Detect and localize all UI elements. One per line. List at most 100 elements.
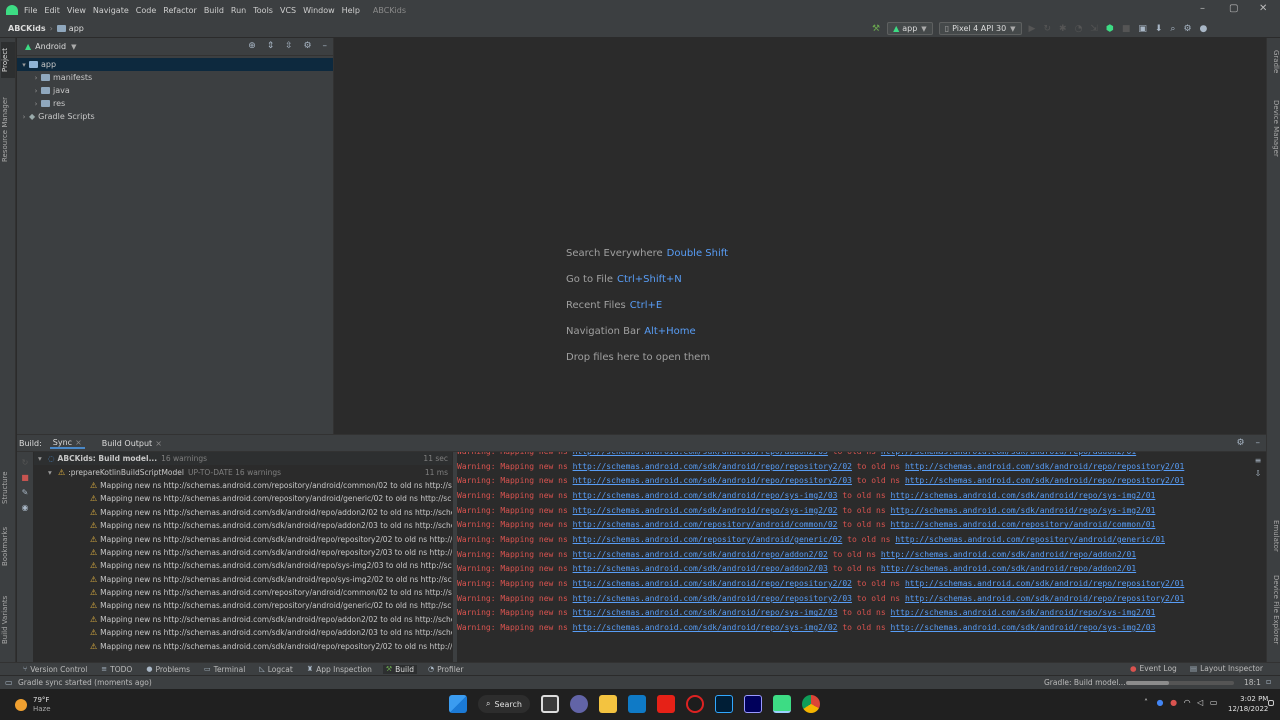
weather-haze-icon[interactable] [15,698,27,711]
android-studio-taskbar-icon[interactable] [772,695,791,713]
old-ns-link[interactable]: http://schemas.android.com/sdk/android/r… [890,491,1155,500]
menu-help[interactable]: Help [342,6,360,15]
tree-item-res[interactable]: › res [17,97,333,110]
chrome-icon[interactable] [801,695,820,713]
chrome-tray-icon[interactable]: ● [1157,698,1164,707]
menu-refactor[interactable]: Refactor [163,6,197,15]
chevron-right-icon[interactable]: › [19,113,29,121]
microsoft-store-icon[interactable] [627,695,646,713]
gear-icon[interactable]: ⚙ [1183,24,1191,34]
old-ns-link[interactable]: http://schemas.android.com/sdk/android/r… [881,452,1136,456]
apply-changes-icon[interactable]: ↻ [1043,24,1051,34]
build-warning-row[interactable]: ⚠ Mapping new ns http://schemas.android.c… [34,573,452,586]
build-warning-row[interactable]: ⚠ Mapping new ns http://schemas.android.c… [34,546,452,559]
old-ns-link[interactable]: http://schemas.android.com/sdk/android/r… [881,550,1136,559]
minimize-icon[interactable]: – [1200,3,1205,14]
new-ns-link[interactable]: http://schemas.android.com/sdk/android/r… [573,623,838,632]
structure-tool-tab[interactable]: Structure [1,468,15,508]
search-icon[interactable]: ⌕ [1170,24,1175,34]
attach-debugger-icon[interactable]: ⇲ [1090,24,1098,34]
hammer-icon[interactable]: ⚒ [872,24,880,34]
sync-gradle-icon[interactable]: ⬢ [1106,24,1114,34]
build-warning-row[interactable]: ⚠ Mapping new ns http://schemas.android.c… [34,492,452,505]
tree-item-gradle-scripts[interactable]: › ◆ Gradle Scripts [17,110,333,123]
stop-icon[interactable]: ■ [17,473,33,482]
old-ns-link[interactable]: http://schemas.android.com/sdk/android/r… [890,506,1155,515]
task-view-icon[interactable] [540,695,559,713]
volume-icon[interactable]: ◁ [1197,698,1203,707]
build-warning-row[interactable]: ⚠ Mapping new ns http://schemas.android.c… [34,519,452,532]
new-ns-link[interactable]: http://schemas.android.com/sdk/android/r… [573,462,852,471]
chevron-down-icon[interactable]: ▾ [38,454,48,463]
chevron-right-icon[interactable]: › [31,100,41,108]
hide-panel-icon[interactable]: – [323,41,328,51]
build-warning-row[interactable]: ⚠ Mapping new ns http://schemas.android.c… [34,639,452,652]
device-select[interactable]: ▯ Pixel 4 API 30 ▼ [938,22,1022,35]
wifi-icon[interactable]: ◠ [1184,698,1191,707]
menu-edit[interactable]: Edit [44,6,60,15]
chevron-down-icon[interactable]: ▾ [19,61,29,69]
tool-tab-layout-inspector[interactable]: ▤ Layout Inspector [1190,664,1263,673]
device-manager-tool-tab[interactable]: Device Manager [1267,94,1280,162]
stop-icon[interactable]: ■ [1122,24,1131,34]
premiere-icon[interactable] [743,695,762,713]
build-warning-row[interactable]: ⚠ Mapping new ns http://schemas.android.c… [34,599,452,612]
collapse-all-icon[interactable]: ⇳ [285,41,293,51]
menu-run[interactable]: Run [231,6,246,15]
emulator-tool-tab[interactable]: Emulator [1267,512,1280,560]
close-tab-icon[interactable]: × [75,438,82,447]
menu-view[interactable]: View [67,6,86,15]
old-ns-link[interactable]: http://schemas.android.com/sdk/android/r… [905,476,1184,485]
obs-icon[interactable] [685,695,704,713]
build-warning-row[interactable]: ⚠ Mapping new ns http://schemas.android.c… [34,626,452,639]
old-ns-link[interactable]: http://schemas.android.com/sdk/android/r… [890,608,1155,617]
run-config-select[interactable]: ▲ app ▼ [887,22,933,35]
locate-file-icon[interactable]: ⊕ [248,41,256,51]
new-ns-link[interactable]: http://schemas.android.com/repository/an… [573,535,843,544]
chevron-right-icon[interactable]: › [31,74,41,82]
clock[interactable]: 3:02 PM 12/18/2022 [1228,694,1268,714]
notifications-icon[interactable] [1268,700,1274,706]
hide-panel-icon[interactable]: – [1256,438,1261,448]
toggle-tool-windows-icon[interactable]: ▭ [5,678,13,687]
old-ns-link[interactable]: http://schemas.android.com/sdk/android/r… [905,594,1184,603]
expand-all-icon[interactable]: ⇕ [267,41,275,51]
old-ns-link[interactable]: http://schemas.android.com/sdk/android/r… [881,564,1136,573]
new-ns-link[interactable]: http://schemas.android.com/sdk/android/r… [573,506,838,515]
tree-item-java[interactable]: › java [17,84,333,97]
tool-tab-problems[interactable]: ● Problems [143,665,193,674]
build-tree-root[interactable]: ▾ ◌ ABCKids: Build model... 16 warnings … [34,452,452,466]
tool-tab-app-inspection[interactable]: ♜ App Inspection [304,665,375,674]
taskbar-search[interactable]: ⌕ Search [478,695,530,713]
old-ns-link[interactable]: http://schemas.android.com/repository/an… [890,520,1155,529]
chevron-down-icon[interactable]: ▾ [48,468,58,477]
build-variants-tool-tab[interactable]: Build Variants [1,590,15,650]
menu-tools[interactable]: Tools [253,6,273,15]
tree-item-app[interactable]: ▾ app [17,58,333,71]
new-ns-link[interactable]: http://schemas.android.com/sdk/android/r… [573,608,838,617]
tool-tab-version-control[interactable]: ⑂ Version Control [20,665,90,674]
old-ns-link[interactable]: http://schemas.android.com/sdk/android/r… [905,462,1184,471]
youtube-icon[interactable] [656,695,675,713]
tool-tab-event-log[interactable]: ● Event Log [1130,664,1177,673]
lock-icon[interactable]: ▫ [1266,677,1271,686]
tree-item-manifests[interactable]: › manifests [17,71,333,84]
maximize-icon[interactable]: ▢ [1229,3,1238,14]
project-view-select[interactable]: Android [35,42,66,51]
bookmarks-tool-tab[interactable]: Bookmarks [1,524,15,568]
photoshop-icon[interactable] [714,695,733,713]
account-icon[interactable]: ● [1200,24,1208,34]
background-task-label[interactable]: Gradle: Build model... [1044,678,1126,687]
menu-navigate[interactable]: Navigate [93,6,129,15]
tool-tab-build[interactable]: ⚒ Build [382,664,417,674]
tray-app-icon[interactable]: ● [1170,698,1177,707]
menu-file[interactable]: File [24,6,37,15]
scroll-to-end-icon[interactable]: ⇩ [1250,469,1266,478]
close-tab-icon[interactable]: × [155,439,162,448]
new-ns-link[interactable]: http://schemas.android.com/sdk/android/r… [573,491,838,500]
sdk-manager-icon[interactable]: ⬇ [1155,24,1163,34]
weather-widget[interactable]: 79°F Haze [33,696,51,714]
file-explorer-icon[interactable] [598,695,617,713]
avd-manager-icon[interactable]: ▣ [1138,24,1147,34]
teams-chat-icon[interactable] [569,695,588,713]
